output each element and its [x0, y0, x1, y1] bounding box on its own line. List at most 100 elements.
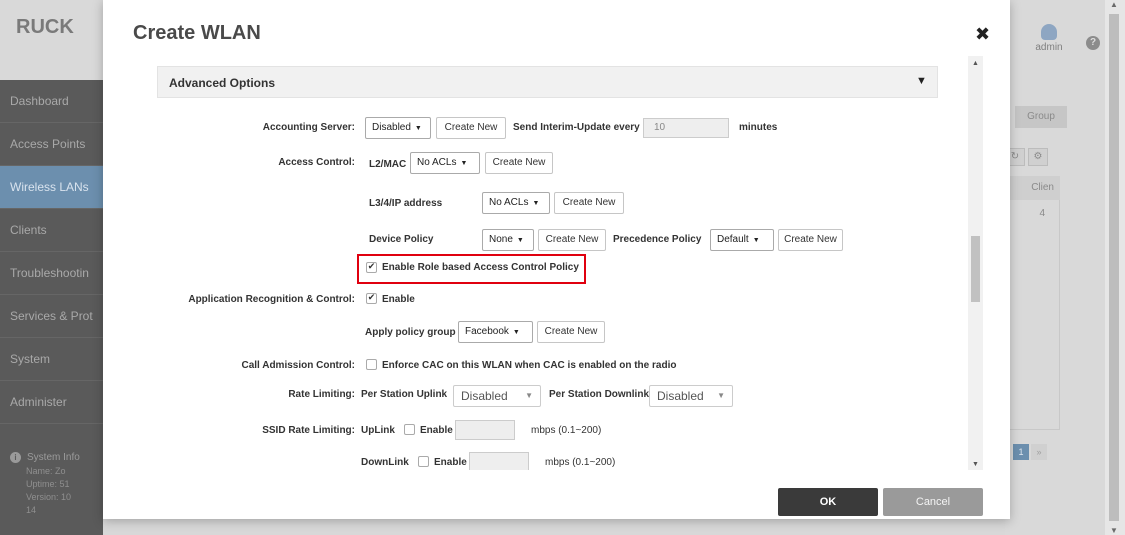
- ssid-downlink-unit: mbps (0.1~200): [545, 457, 616, 468]
- column-header-clients[interactable]: Clien: [1005, 176, 1060, 200]
- system-info-line: 14: [26, 505, 37, 515]
- ssid-downlink-checkbox[interactable]: [418, 456, 429, 467]
- policy-group-label: Apply policy group: [365, 327, 456, 338]
- sidebar: Dashboard Access Points Wireless LANs Cl…: [0, 80, 103, 535]
- l2-mac-label: L2/MAC: [369, 159, 407, 170]
- background-content: Group ↻ ⚙ Clien 4 1»: [1005, 80, 1105, 535]
- precedence-policy-label: Precedence Policy: [613, 234, 702, 245]
- l3-address-label: L3/4/IP address: [369, 198, 443, 209]
- scroll-up-icon[interactable]: ▲: [1110, 0, 1118, 9]
- accounting-create-new-button[interactable]: Create New: [436, 117, 506, 139]
- dropdown-caret-icon: ▼: [516, 237, 524, 244]
- table-tools: ↻ ⚙: [1005, 148, 1051, 166]
- policy-group-create-new-button[interactable]: Create New: [537, 321, 605, 343]
- scroll-down-icon[interactable]: ▼: [972, 461, 979, 468]
- logo-text: RUCK: [16, 16, 74, 38]
- uplink-rate-label: Per Station Uplink: [361, 389, 448, 400]
- precedence-policy-select[interactable]: Default ▼: [710, 229, 774, 251]
- dropdown-caret-icon: ▼: [414, 125, 422, 132]
- system-info: i System Info Name: Zo Uptime: 51 Version…: [10, 452, 80, 515]
- scroll-down-icon[interactable]: ▼: [1110, 526, 1118, 535]
- ssid-uplink-checkbox[interactable]: [404, 424, 415, 435]
- device-create-new-button[interactable]: Create New: [538, 229, 606, 251]
- l2-create-new-button[interactable]: Create New: [485, 152, 553, 174]
- ssid-uplink-input[interactable]: [455, 420, 515, 440]
- device-policy-value: None: [489, 234, 513, 245]
- device-policy-label: Device Policy: [369, 234, 434, 245]
- system-info-line: Version: 10: [26, 492, 72, 502]
- app-recognition-checkbox[interactable]: ✔: [366, 293, 377, 304]
- tab-group[interactable]: Group: [1015, 106, 1067, 128]
- info-icon: i: [10, 452, 21, 463]
- accounting-server-value: Disabled: [372, 122, 411, 133]
- dialog-title: Create WLAN: [133, 22, 261, 44]
- user-icon: [1041, 24, 1057, 40]
- dropdown-caret-icon: ▼: [717, 391, 725, 400]
- next-page-button[interactable]: »: [1031, 444, 1047, 460]
- downlink-rate-select[interactable]: Disabled ▼: [649, 385, 733, 407]
- system-info-line: Name: Zo: [26, 466, 66, 476]
- l2-acl-select[interactable]: No ACLs ▼: [410, 152, 480, 174]
- ok-button[interactable]: OK: [778, 488, 878, 516]
- ssid-downlink-label: DownLink: [361, 457, 409, 468]
- rbac-checkbox[interactable]: ✔: [366, 262, 377, 273]
- ssid-downlink-input[interactable]: [469, 452, 529, 470]
- dropdown-caret-icon: ▼: [752, 237, 760, 244]
- cac-text: Enforce CAC on this WLAN when CAC is ena…: [382, 360, 677, 371]
- gear-icon[interactable]: ⚙: [1028, 148, 1048, 166]
- collapse-caret-icon[interactable]: ▼: [916, 75, 927, 87]
- device-policy-select[interactable]: None ▼: [482, 229, 534, 251]
- uplink-rate-select[interactable]: Disabled ▼: [453, 385, 541, 407]
- sidebar-item-clients[interactable]: Clients: [0, 209, 103, 252]
- downlink-rate-value: Disabled: [657, 389, 704, 403]
- dropdown-caret-icon: ▼: [512, 329, 520, 336]
- advanced-options-title: Advanced Options: [169, 76, 276, 90]
- rate-limiting-label: Rate Limiting:: [288, 389, 355, 400]
- sidebar-item-troubleshooting[interactable]: Troubleshootin: [0, 252, 103, 295]
- l3-create-new-button[interactable]: Create New: [554, 192, 624, 214]
- system-info-line: Uptime: 51: [26, 479, 70, 489]
- l3-acl-value: No ACLs: [489, 197, 529, 208]
- l2-acl-value: No ACLs: [417, 157, 457, 168]
- scrollbar-thumb[interactable]: [1109, 14, 1119, 521]
- sidebar-item-dashboard[interactable]: Dashboard: [0, 80, 103, 123]
- help-icon[interactable]: ?: [1086, 36, 1100, 50]
- scrollbar-thumb[interactable]: [971, 236, 980, 302]
- interim-unit-label: minutes: [739, 122, 778, 133]
- downlink-rate-label: Per Station Downlink: [549, 389, 650, 400]
- advanced-options-header[interactable]: Advanced Options ▼: [157, 66, 938, 98]
- sidebar-item-administer[interactable]: Administer: [0, 381, 103, 424]
- accounting-server-label: Accounting Server:: [262, 122, 355, 133]
- cancel-button[interactable]: Cancel: [883, 488, 983, 516]
- dropdown-caret-icon: ▼: [525, 391, 533, 400]
- ruckus-logo: RUCK Z: [16, 16, 114, 56]
- system-info-title: System Info: [27, 452, 80, 463]
- page-scrollbar[interactable]: ▲ ▼: [1105, 0, 1125, 535]
- ssid-uplink-unit: mbps (0.1~200): [531, 425, 602, 436]
- app-recognition-label: Application Recognition & Control:: [188, 294, 355, 305]
- policy-group-select[interactable]: Facebook ▼: [458, 321, 533, 343]
- scroll-up-icon[interactable]: ▲: [972, 60, 979, 67]
- table-cell: 4: [1039, 208, 1045, 219]
- sidebar-item-services[interactable]: Services & Prot: [0, 295, 103, 338]
- accounting-server-select[interactable]: Disabled ▼: [365, 117, 431, 139]
- dialog-body: Advanced Options ▼ Accounting Server: Di…: [133, 56, 983, 470]
- l3-acl-select[interactable]: No ACLs ▼: [482, 192, 550, 214]
- user-menu[interactable]: admin: [1024, 24, 1074, 53]
- interim-update-input[interactable]: 10: [643, 118, 729, 138]
- page-1-button[interactable]: 1: [1013, 444, 1029, 460]
- dropdown-caret-icon: ▼: [460, 160, 468, 167]
- precedence-create-new-button[interactable]: Create New: [778, 229, 843, 251]
- sidebar-item-system[interactable]: System: [0, 338, 103, 381]
- app-recognition-enable-label: Enable: [382, 294, 415, 305]
- call-admission-label: Call Admission Control:: [241, 360, 355, 371]
- dropdown-caret-icon: ▼: [532, 200, 540, 207]
- dialog-scrollbar[interactable]: ▲ ▼: [968, 56, 983, 470]
- cac-checkbox[interactable]: [366, 359, 377, 370]
- sidebar-item-wireless-lans[interactable]: Wireless LANs: [0, 166, 103, 209]
- ssid-uplink-label: UpLink: [361, 425, 395, 436]
- create-wlan-dialog: Create WLAN ✖ Advanced Options ▼ Account…: [103, 0, 1010, 519]
- sidebar-item-access-points[interactable]: Access Points: [0, 123, 103, 166]
- close-icon[interactable]: ✖: [975, 24, 990, 45]
- table-body: [1005, 200, 1060, 430]
